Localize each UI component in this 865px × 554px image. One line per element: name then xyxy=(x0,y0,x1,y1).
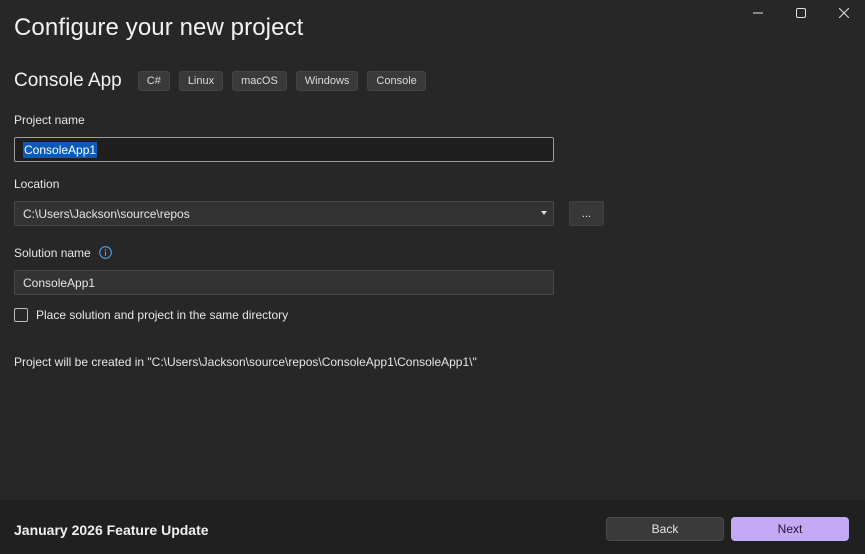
location-value: C:\Users\Jackson\source\repos xyxy=(23,206,190,221)
same-directory-option: Place solution and project in the same d… xyxy=(14,308,288,322)
feature-update-label: January 2026 Feature Update xyxy=(14,522,209,538)
tag-platform-macos: macOS xyxy=(232,71,287,91)
next-button[interactable]: Next xyxy=(731,517,849,541)
tag-language: C# xyxy=(137,71,170,91)
close-button[interactable] xyxy=(822,0,865,26)
project-name-label: Project name xyxy=(14,113,85,127)
back-button[interactable]: Back xyxy=(606,517,724,541)
footer-bar: January 2026 Feature Update Back Next xyxy=(0,500,865,554)
info-icon[interactable] xyxy=(99,246,112,260)
maximize-button[interactable] xyxy=(779,0,822,26)
project-path-info: Project will be created in "C:\Users\Jac… xyxy=(14,355,477,369)
minimize-icon xyxy=(752,12,763,14)
tag-platform-windows: Windows xyxy=(295,71,359,91)
window-controls xyxy=(736,0,865,26)
configure-project-dialog: Configure your new project Console App C… xyxy=(0,0,865,554)
close-icon xyxy=(838,8,849,18)
solution-name-label-row: Solution name xyxy=(14,246,112,260)
location-label: Location xyxy=(14,177,60,191)
chevron-down-icon xyxy=(541,211,547,215)
solution-name-label: Solution name xyxy=(14,246,91,260)
browse-button[interactable]: ... xyxy=(569,201,604,226)
minimize-button[interactable] xyxy=(736,0,779,26)
project-name-value: ConsoleApp1 xyxy=(23,141,98,158)
maximize-icon xyxy=(795,8,806,18)
project-name-input[interactable]: ConsoleApp1 xyxy=(14,137,554,162)
tag-project-type: Console xyxy=(367,71,426,91)
page-title: Configure your new project xyxy=(14,14,304,41)
tag-platform-linux: Linux xyxy=(178,71,224,91)
same-directory-checkbox[interactable] xyxy=(14,308,28,322)
template-name: Console App xyxy=(14,70,122,91)
solution-name-value: ConsoleApp1 xyxy=(23,275,96,290)
template-header: Console App C# Linux macOS Windows Conso… xyxy=(14,70,435,92)
same-directory-label[interactable]: Place solution and project in the same d… xyxy=(36,308,288,322)
location-dropdown[interactable]: C:\Users\Jackson\source\repos xyxy=(14,201,554,226)
solution-name-input[interactable]: ConsoleApp1 xyxy=(14,270,554,295)
